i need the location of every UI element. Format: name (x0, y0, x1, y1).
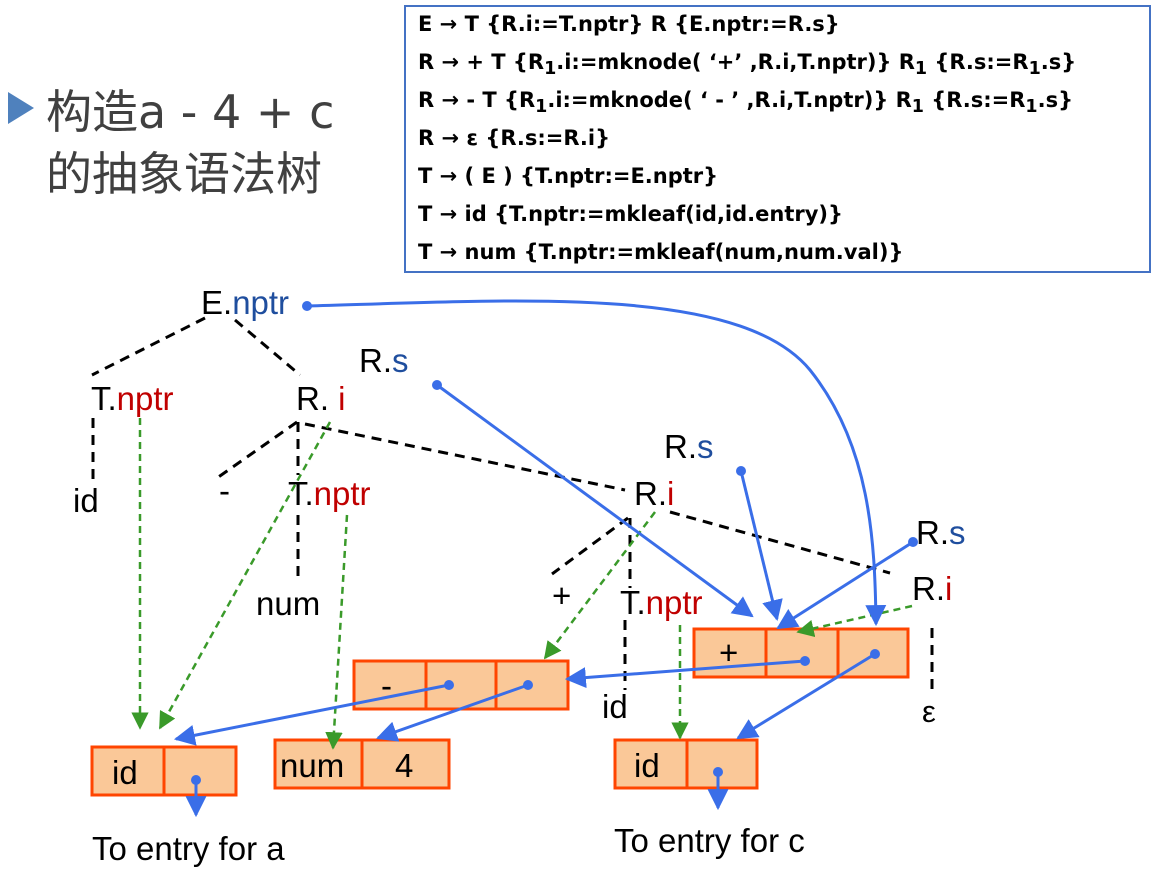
node-minus: - (352, 659, 570, 711)
label-id: id (73, 482, 99, 519)
label-R1-i: R.i (634, 475, 674, 512)
pointer-R-s (436, 383, 754, 618)
node-num-label: num (280, 747, 344, 784)
node-id-c: id (613, 738, 759, 790)
syntax-tree-diagram: E.nptr T.nptr R. i R.s id - T.nptr num R… (73, 284, 966, 867)
edge-R-minus (216, 420, 298, 480)
label-R2-s: R.s (916, 514, 966, 551)
node-num-value: 4 (395, 747, 413, 784)
caption-entry-a: To entry for a (92, 830, 285, 867)
label-T-nptr-2: T.nptr (288, 475, 371, 512)
label-E-nptr: E.nptr (201, 284, 289, 321)
node-id-c-label: id (634, 747, 660, 784)
label-T-nptr: T.nptr (91, 380, 174, 417)
label-R-i: R. i (296, 380, 346, 417)
pointer-minus-to-id-a (173, 683, 450, 746)
captions: To entry for a To entry for c (92, 822, 805, 867)
slide-canvas: 构造a - 4 + c 的抽象语法树 E → T {R.i:=T.nptr} R… (0, 0, 1159, 870)
label-plus: + (552, 577, 571, 614)
label-T-nptr-3: T.nptr (620, 584, 703, 621)
edge-E-R (234, 318, 301, 377)
syntax-tree-nodes: id num 4 - + id (90, 627, 910, 797)
label-id-2: id (602, 688, 628, 725)
pointer-R1-s (739, 470, 783, 622)
label-num: num (256, 585, 320, 622)
flow-T-to-num-node (325, 514, 349, 750)
node-num-4: num 4 (273, 738, 451, 790)
label-minus: - (219, 472, 230, 509)
label-R-s: R.s (359, 342, 409, 379)
label-R1-s: R.s (664, 428, 714, 465)
label-R2-i: R.i (912, 570, 952, 607)
label-epsilon: ε (922, 694, 936, 729)
flow-R-i-to-id-node (158, 421, 332, 730)
node-id-a-label: id (112, 754, 138, 791)
edge-R1-R2 (669, 510, 891, 575)
node-id-a: id (90, 745, 238, 797)
pointer-R2-s (776, 540, 914, 630)
edge-R1-plus (551, 516, 629, 576)
blue-pointers (173, 299, 918, 818)
caption-entry-c: To entry for c (614, 822, 805, 859)
edge-E-T (91, 316, 206, 377)
